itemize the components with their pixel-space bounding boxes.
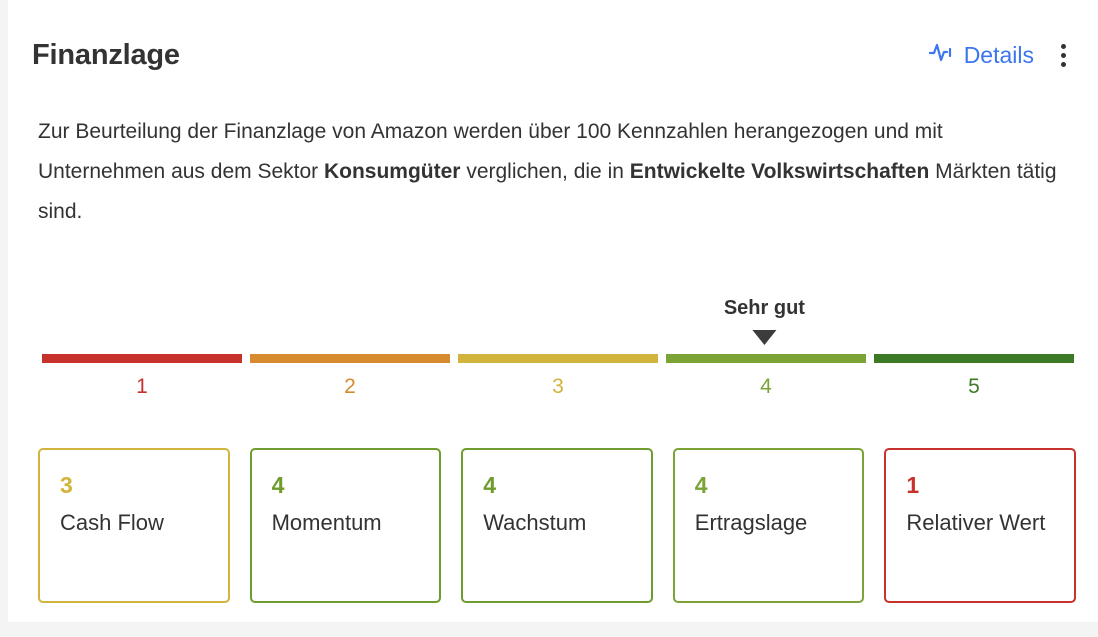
scale-number-1: 1 (136, 375, 148, 398)
score-card-label: Ertragslage (694, 510, 808, 535)
score-card[interactable]: 3 Cash Flow (38, 448, 230, 603)
kebab-dot-3 (1060, 61, 1066, 67)
score-card-label: Relativer Wert (906, 510, 1046, 535)
score-card[interactable]: 4 Ertragslage (672, 448, 865, 603)
score-card[interactable]: 4 Momentum (249, 448, 442, 603)
score-card[interactable]: 4 Wachstum (461, 448, 653, 603)
scale-segment-4 (666, 354, 866, 363)
scale-segment-2 (250, 354, 450, 363)
score-card-value: 4 (483, 472, 496, 498)
details-link-label: Details (963, 42, 1034, 68)
score-card-value: 3 (60, 472, 73, 498)
description-markets: Entwickelte Volkswirtschaften (629, 160, 930, 183)
description-text: Zur Beurteilung der Finanzlage von Amazo… (38, 112, 1058, 232)
scale-number-3: 3 (552, 375, 564, 398)
kebab-dot-1 (1060, 43, 1066, 49)
score-card-value: 4 (271, 472, 285, 498)
panel-header: Finanzlage Details (32, 30, 1074, 80)
kebab-dot-2 (1060, 52, 1066, 58)
scale-pointer-label: Sehr gut (723, 297, 805, 319)
score-card-list: 3 Cash Flow 4 Momentum 4 Wachstum 4 Ertragslage… (38, 448, 1076, 603)
scale-segment-5 (874, 354, 1074, 363)
scale-pointer-row: Sehr gut (42, 296, 1074, 354)
score-card-label: Wachstum (483, 510, 587, 535)
scale-segment-1 (42, 354, 242, 363)
page-title: Finanzlage (32, 39, 180, 71)
scale-bar (42, 354, 1074, 363)
score-card-value: 4 (694, 472, 708, 498)
details-link[interactable]: Details (928, 41, 1034, 69)
score-card-label: Cash Flow (60, 510, 164, 535)
page-root: Finanzlage Details Zur Beurteilung der F… (0, 0, 1098, 637)
scale-number-4: 4 (760, 375, 772, 398)
scale-pointer: Sehr gut (724, 296, 805, 345)
scale-number-5: 5 (968, 375, 980, 398)
score-card-value: 1 (906, 472, 920, 498)
triangle-down-icon (752, 330, 777, 345)
score-card[interactable]: 1 Relativer Wert (884, 448, 1076, 603)
score-card-label: Momentum (271, 510, 382, 535)
scale-numbers: 1 2 3 4 5 (42, 374, 1074, 399)
description-sector: Konsumgüter (323, 160, 461, 183)
kebab-menu-icon[interactable] (1052, 38, 1074, 72)
scale-segment-3 (458, 354, 658, 363)
finanzlage-panel: Finanzlage Details Zur Beurteilung der F… (8, 0, 1098, 622)
description-part-2: verglichen, die in (460, 160, 630, 183)
pulse-icon (928, 41, 955, 69)
header-actions: Details (928, 38, 1074, 72)
scale-number-2: 2 (344, 375, 356, 398)
rating-scale: Sehr gut 1 2 3 4 5 (42, 296, 1074, 399)
